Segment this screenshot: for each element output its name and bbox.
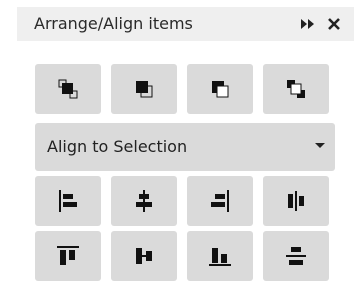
caret-down-icon [315,143,325,148]
arrange-align-panel: Arrange/Align items Align to Selection [0,0,354,291]
panel-title: Arrange/Align items [34,14,193,33]
align-mode-dropdown[interactable]: Align to Selection [35,123,335,171]
bring-to-front-icon [58,79,78,99]
align-vertical-center-button[interactable] [111,231,177,281]
close-panel-button[interactable] [323,12,345,36]
align-horizontal-center-icon [136,190,152,212]
panel-title-bar: Arrange/Align items [17,7,354,41]
align-left-button[interactable] [35,176,101,226]
align-mode-selected: Align to Selection [47,137,188,156]
align-bottom-button[interactable] [187,231,253,281]
align-vertical-center-icon [136,248,152,264]
distribute-horizontal-button[interactable] [263,176,329,226]
close-icon [328,18,340,30]
bring-forward-button[interactable] [111,64,177,114]
align-right-button[interactable] [187,176,253,226]
bring-forward-icon [136,81,153,98]
send-to-back-icon [287,80,305,98]
distribute-vertical-icon [286,247,306,265]
send-backward-button[interactable] [187,64,253,114]
bring-to-front-button[interactable] [35,64,101,114]
align-horizontal-center-button[interactable] [111,176,177,226]
double-chevron-right-icon [301,19,314,29]
collapse-panel-button[interactable] [297,12,319,36]
align-top-button[interactable] [35,231,101,281]
send-to-back-button[interactable] [263,64,329,114]
align-right-icon [211,190,229,212]
send-backward-icon [212,81,229,98]
align-top-icon [57,246,79,265]
distribute-vertical-button[interactable] [263,231,329,281]
align-left-icon [59,190,77,212]
distribute-horizontal-icon [288,191,304,211]
align-bottom-icon [209,248,231,266]
